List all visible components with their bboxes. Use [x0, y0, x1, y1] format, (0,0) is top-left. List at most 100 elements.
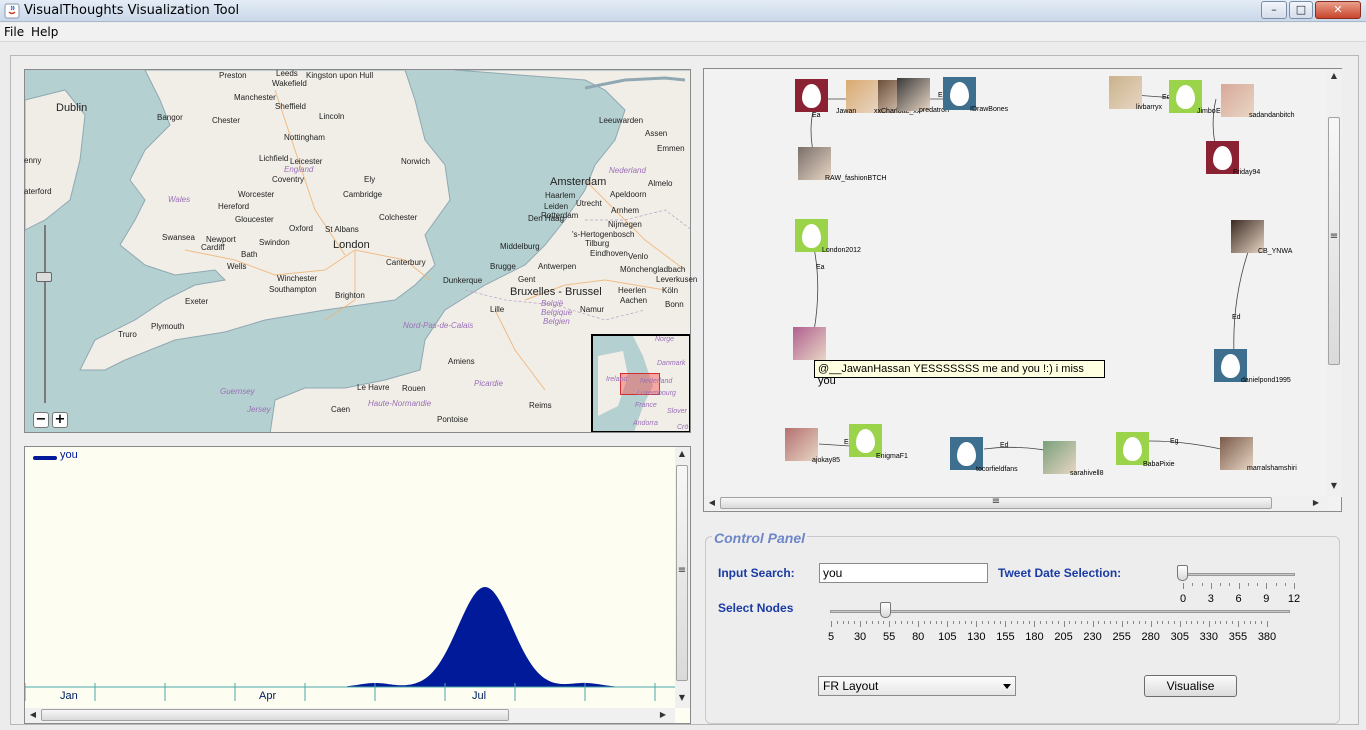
- slider-tickmark: [1197, 621, 1199, 624]
- graph-scroll-down-icon[interactable]: ▼: [1328, 481, 1340, 490]
- map-label-eindhoven: Eindhoven: [590, 249, 628, 258]
- slider-tickmark: [1150, 621, 1152, 627]
- graph-node[interactable]: [793, 327, 826, 360]
- map-label-haarlem: Haarlem: [545, 191, 576, 200]
- slider-tickmark: [1201, 583, 1203, 586]
- slider-tickmark: [1237, 621, 1239, 627]
- slider-tick-label: 255: [1112, 631, 1131, 643]
- slider-tickmark: [1179, 621, 1181, 627]
- scroll-right-icon[interactable]: ▶: [657, 710, 669, 719]
- minimize-button[interactable]: –: [1261, 1, 1287, 19]
- map-label-lille: Lille: [490, 305, 505, 314]
- timeseries-chart: [25, 587, 675, 701]
- graph-node-label: sarahivell8: [1070, 470, 1104, 477]
- slider-tick-label: 330: [1199, 631, 1219, 643]
- slider-tickmark: [993, 621, 995, 624]
- visualise-button[interactable]: Visualise: [1144, 675, 1237, 697]
- map-label-assen: Assen: [645, 129, 668, 138]
- map-label-worcester: Worcester: [238, 190, 275, 199]
- map-label-chester: Chester: [212, 116, 241, 125]
- slider-tickmark: [964, 621, 966, 624]
- timeseries-hscroll[interactable]: ◀ ▶: [25, 708, 675, 723]
- slider-tickmark: [871, 621, 873, 624]
- slider-tick-label: 9: [1263, 593, 1270, 605]
- slider-tickmark: [958, 621, 960, 624]
- layout-dropdown[interactable]: FR Layout: [818, 676, 1016, 696]
- graph-node-label: London2012: [822, 247, 861, 254]
- menu-help[interactable]: Help: [31, 25, 58, 39]
- scroll-up-icon[interactable]: ▲: [676, 449, 688, 458]
- date-slider-track[interactable]: [1182, 573, 1295, 576]
- map-label-coventry: Coventry: [272, 175, 305, 184]
- slider-tickmark: [976, 621, 978, 627]
- month-label-jan: Jan: [60, 690, 78, 702]
- slider-tick-label: 0: [1179, 593, 1187, 605]
- slider-tickmark: [1098, 621, 1100, 624]
- slider-tickmark: [1046, 621, 1048, 624]
- timeseries-vscroll[interactable]: ≡ ▲ ▼: [675, 447, 690, 708]
- map-label-oxford: Oxford: [289, 224, 314, 233]
- map-label-leeds: Leeds: [276, 69, 298, 78]
- map-label-nottingham: Nottingham: [284, 133, 325, 142]
- slider-tickmark: [1051, 621, 1053, 624]
- slider-tickmark: [1034, 621, 1036, 627]
- date-slider-thumb[interactable]: [1177, 565, 1188, 581]
- zoom-slider-track[interactable]: [44, 225, 46, 403]
- menu-file[interactable]: File: [4, 25, 24, 39]
- graph-node-label: tocorfieldfans: [976, 466, 1018, 473]
- maximize-button[interactable]: □: [1289, 1, 1313, 19]
- map-label-lichfield: Lichfield: [259, 154, 289, 163]
- map-label-bath: Bath: [241, 250, 258, 259]
- slider-tickmark: [848, 621, 850, 624]
- graph-edge-label: Ea: [812, 112, 821, 119]
- slider-tick-label: 155: [996, 631, 1015, 643]
- slider-tickmark: [1040, 621, 1042, 624]
- slider-tick-label: 105: [938, 631, 957, 643]
- slider-tick-label: 80: [912, 631, 925, 643]
- graph-scroll-left-icon[interactable]: ◀: [706, 498, 718, 507]
- slider-tickmark: [1011, 621, 1013, 624]
- slider-tickmark: [1144, 621, 1146, 624]
- zoom-in-button[interactable]: +: [52, 412, 68, 428]
- map-label-belgie: België: [541, 299, 564, 308]
- nodes-slider-track[interactable]: [830, 610, 1290, 613]
- map-label-nord-pas: Nord-Pas-de-Calais: [403, 321, 474, 330]
- graph-node[interactable]: [795, 79, 828, 112]
- graph-scroll-up-icon[interactable]: ▲: [1328, 71, 1340, 80]
- slider-tickmark: [842, 621, 844, 624]
- map-label-apeldoorn: Apeldoorn: [610, 190, 647, 199]
- slider-tickmark: [982, 621, 984, 624]
- slider-tickmark: [1255, 621, 1257, 624]
- map-label-sheffield: Sheffield: [275, 102, 306, 111]
- slider-tickmark: [1121, 621, 1123, 627]
- slider-tickmark: [929, 621, 931, 624]
- slider-tickmark: [877, 621, 879, 624]
- overview-label-norge: Norge: [655, 336, 675, 343]
- nodes-slider-thumb[interactable]: [880, 602, 891, 618]
- map-overview[interactable]: Norge Danmark Ireland Nederland Luxembou…: [591, 334, 690, 432]
- timeseries-panel[interactable]: you ≡ ▲ ▼ ◀ ▶: [24, 446, 691, 724]
- graph-node-label: ajokay85: [812, 457, 841, 464]
- scroll-down-icon[interactable]: ▼: [676, 693, 688, 702]
- graph-hscroll[interactable]: ≡ ◀ ▶: [704, 496, 1327, 511]
- slider-tickmark: [1183, 583, 1184, 589]
- zoom-out-button[interactable]: −: [33, 412, 49, 428]
- slider-tickmark: [1127, 621, 1129, 624]
- map-label-utrecht: Utrecht: [576, 199, 602, 208]
- map-label-tilburg: Tilburg: [585, 239, 610, 248]
- search-input[interactable]: [819, 563, 988, 583]
- slider-tickmark: [1220, 583, 1221, 586]
- zoom-slider-thumb[interactable]: [36, 272, 52, 282]
- slider-tickmark: [1139, 621, 1141, 624]
- map-label-guernsey: Guernsey: [220, 387, 255, 396]
- graph-vscroll[interactable]: ≡ ▲ ▼: [1327, 69, 1342, 497]
- menu-bar: File Help: [0, 23, 1366, 42]
- timeseries-hscroll-thumb[interactable]: [41, 709, 509, 721]
- slider-tickmark: [1210, 583, 1212, 589]
- scroll-left-icon[interactable]: ◀: [27, 710, 39, 719]
- close-button[interactable]: ✕: [1315, 1, 1361, 19]
- map-label-aachen: Aachen: [620, 296, 648, 305]
- graph-scroll-right-icon[interactable]: ▶: [1310, 498, 1322, 507]
- map-label-namur: Namur: [580, 305, 605, 314]
- slider-tick-label: 280: [1141, 631, 1160, 643]
